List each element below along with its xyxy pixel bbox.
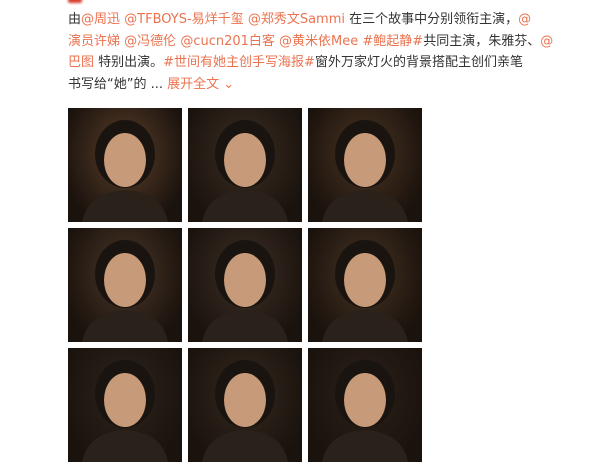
portrait-silhouette-icon [322,120,408,222]
mention-link[interactable]: @周迅 [81,12,120,27]
expand-full-text-link[interactable]: 展开全文 [167,77,219,92]
mention-link[interactable]: @冯德伦 [124,34,176,49]
post-line: 由@周迅 @TFBOYS-易烊千玺 @郑秀文Sammi 在三个故事中分别领衔主演… [68,9,594,31]
poster-thumbnail[interactable] [68,108,182,222]
portrait-silhouette-icon [82,240,168,342]
hashtag-link[interactable]: #世间有她主创手写海报# [163,55,315,70]
portrait-silhouette-icon [202,240,288,342]
poster-thumbnail[interactable] [308,228,422,342]
mention-link[interactable]: @cucn201白客 [180,34,275,49]
red-badge-icon [68,0,82,3]
poster-thumbnail[interactable] [188,108,302,222]
poster-thumbnail[interactable] [68,348,182,462]
text-segment: 书写给“她”的 ... [68,76,168,92]
previous-post-cut-line [62,0,600,9]
portrait-silhouette-icon [82,360,168,462]
mention-link[interactable]: @TFBOYS-易烊千玺 [124,12,244,27]
poster-grid [68,108,422,462]
portrait-silhouette-icon [322,360,408,462]
text-segment: 窗外万家灯火的背景搭配主创们亲笔 [314,55,523,70]
poster-thumbnail[interactable] [308,108,422,222]
hashtag-link[interactable]: #鲍起静# [362,34,423,49]
text-segment: 特别出演。 [94,55,164,70]
poster-thumbnail[interactable] [188,228,302,342]
post-line: 书写给“她”的 ... 展开全文 ⌄ [68,74,594,96]
portrait-silhouette-icon [202,120,288,222]
post-line: 演员许娣 @冯德伦 @cucn201白客 @黄米依Mee #鲍起静#共同主演，朱… [68,31,594,53]
mention-link[interactable]: @黄米依Mee [279,34,358,49]
mention-link[interactable]: 演员许娣 [68,34,120,49]
post-text: 由@周迅 @TFBOYS-易烊千玺 @郑秀文Sammi 在三个故事中分别领衔主演… [68,9,594,95]
mention-link[interactable]: @ [518,12,531,27]
chevron-down-icon[interactable]: ⌄ [219,77,234,92]
portrait-silhouette-icon [82,120,168,222]
portrait-silhouette-icon [202,360,288,462]
poster-thumbnail[interactable] [308,348,422,462]
text-segment: 共同主演，朱雅芬、 [423,33,541,49]
text-segment: 由 [68,12,82,27]
post-line: 巴图 特别出演。#世间有她主创手写海报#窗外万家灯火的背景搭配主创们亲笔 [68,52,594,74]
text-segment: 在三个故事中分别领衔主演， [345,12,519,27]
poster-thumbnail[interactable] [188,348,302,462]
poster-thumbnail[interactable] [68,228,182,342]
mention-link[interactable]: @ [540,34,553,49]
portrait-silhouette-icon [322,240,408,342]
mention-link[interactable]: 巴图 [68,55,94,70]
mention-link[interactable]: @郑秀文Sammi [248,12,345,27]
